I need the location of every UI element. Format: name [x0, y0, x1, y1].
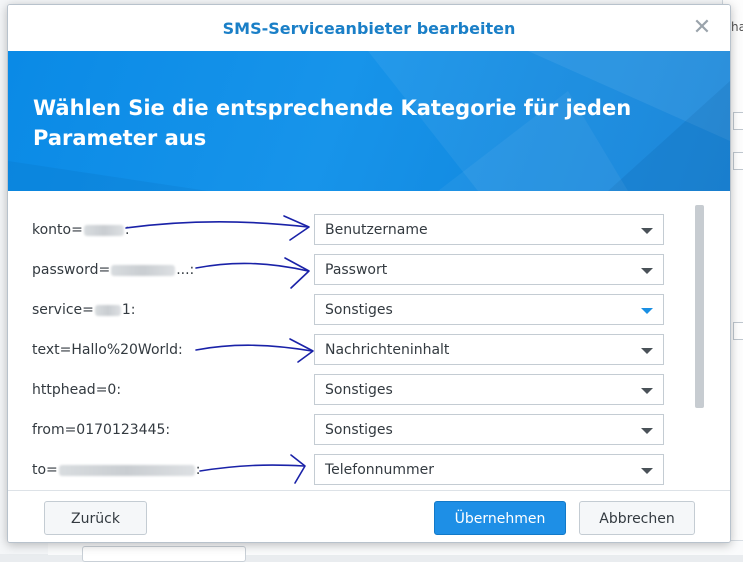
category-select-value: Passwort: [325, 262, 388, 278]
edit-sms-provider-dialog: SMS-Serviceanbieter bearbeiten ✕ Wählen …: [7, 4, 731, 543]
parameter-row: password=...: Passwort: [8, 251, 708, 291]
form-scrollbar[interactable]: [695, 205, 704, 408]
category-select[interactable]: Passwort: [314, 254, 664, 285]
parameter-row: httphead=0: Sonstiges: [8, 371, 708, 411]
chevron-down-icon: [641, 308, 653, 314]
background-checkbox: [733, 152, 743, 170]
parameter-label-prefix: service=: [32, 302, 94, 318]
parameter-form: konto=: Benutzername password=...: Passw…: [8, 201, 708, 486]
background-checkbox: [733, 112, 743, 130]
parameter-label-prefix: from=0170123445:: [32, 422, 171, 438]
parameter-label: service= 1:: [32, 302, 136, 318]
parameter-row: service= 1: Sonstiges: [8, 291, 708, 331]
category-select[interactable]: Telefonnummer: [314, 454, 664, 485]
parameter-label-prefix: password=: [32, 262, 111, 278]
parameter-label: from=0170123445:: [32, 422, 170, 438]
category-select[interactable]: Benutzername: [314, 214, 664, 245]
wizard-banner: Wählen Sie die entsprechende Kategorie f…: [8, 51, 730, 191]
parameter-label: text=Hallo%20World:: [32, 342, 183, 358]
parameter-label-suffix: :: [124, 222, 130, 238]
category-select-value: Nachrichteninhalt: [325, 342, 450, 358]
redacted-value: [83, 224, 124, 236]
parameter-label: to=:: [32, 462, 201, 478]
banner-title: Wählen Sie die entsprechende Kategorie f…: [33, 96, 632, 150]
parameter-label-prefix: to=: [32, 462, 58, 478]
parameter-label-suffix: :: [195, 462, 201, 478]
parameter-row: text=Hallo%20World: Nachrichteninhalt: [8, 331, 708, 371]
background-right-text: ha: [731, 20, 743, 34]
dialog-title: SMS-Serviceanbieter bearbeiten: [222, 19, 516, 38]
parameter-label-prefix: konto=: [32, 222, 83, 238]
chevron-down-icon: [641, 388, 653, 394]
apply-button[interactable]: Übernehmen: [434, 501, 566, 535]
redacted-value: [94, 304, 121, 316]
parameter-row: to=: Telefonnummer: [8, 451, 708, 486]
dialog-footer: Zurück Übernehmen Abbrechen: [8, 490, 730, 542]
parameter-label-prefix: httphead=0:: [32, 382, 122, 398]
chevron-down-icon: [641, 348, 653, 354]
chevron-down-icon: [641, 268, 653, 274]
parameter-label: httphead=0:: [32, 382, 121, 398]
category-select-value: Sonstiges: [325, 382, 393, 398]
category-select[interactable]: Sonstiges: [314, 374, 664, 405]
chevron-down-icon: [641, 468, 653, 474]
category-select-value: Sonstiges: [325, 422, 393, 438]
category-select-value: Sonstiges: [325, 302, 393, 318]
category-select-value: Benutzername: [325, 222, 428, 238]
parameter-label: konto=:: [32, 222, 130, 238]
parameter-label-prefix: text=Hallo%20World:: [32, 342, 183, 358]
parameter-label: password=...:: [32, 262, 194, 278]
parameter-label-suffix: 1:: [121, 302, 136, 318]
redacted-value: [58, 464, 195, 476]
background-button: [82, 546, 246, 562]
parameter-row: from=0170123445: Sonstiges: [8, 411, 708, 451]
cancel-button[interactable]: Abbrechen: [579, 501, 695, 535]
category-select[interactable]: Nachrichteninhalt: [314, 334, 664, 365]
category-select[interactable]: Sonstiges: [314, 294, 664, 325]
back-button[interactable]: Zurück: [44, 501, 147, 535]
chevron-down-icon: [641, 228, 653, 234]
chevron-down-icon: [641, 428, 653, 434]
background-checkbox: [733, 322, 743, 340]
redacted-value: [111, 264, 176, 276]
dialog-titlebar: SMS-Serviceanbieter bearbeiten ✕: [8, 5, 730, 51]
category-select[interactable]: Sonstiges: [314, 414, 664, 445]
parameter-label-suffix: ...:: [176, 262, 195, 278]
close-icon[interactable]: ✕: [691, 17, 713, 39]
category-select-value: Telefonnummer: [325, 462, 435, 478]
parameter-row: konto=: Benutzername: [8, 211, 708, 251]
